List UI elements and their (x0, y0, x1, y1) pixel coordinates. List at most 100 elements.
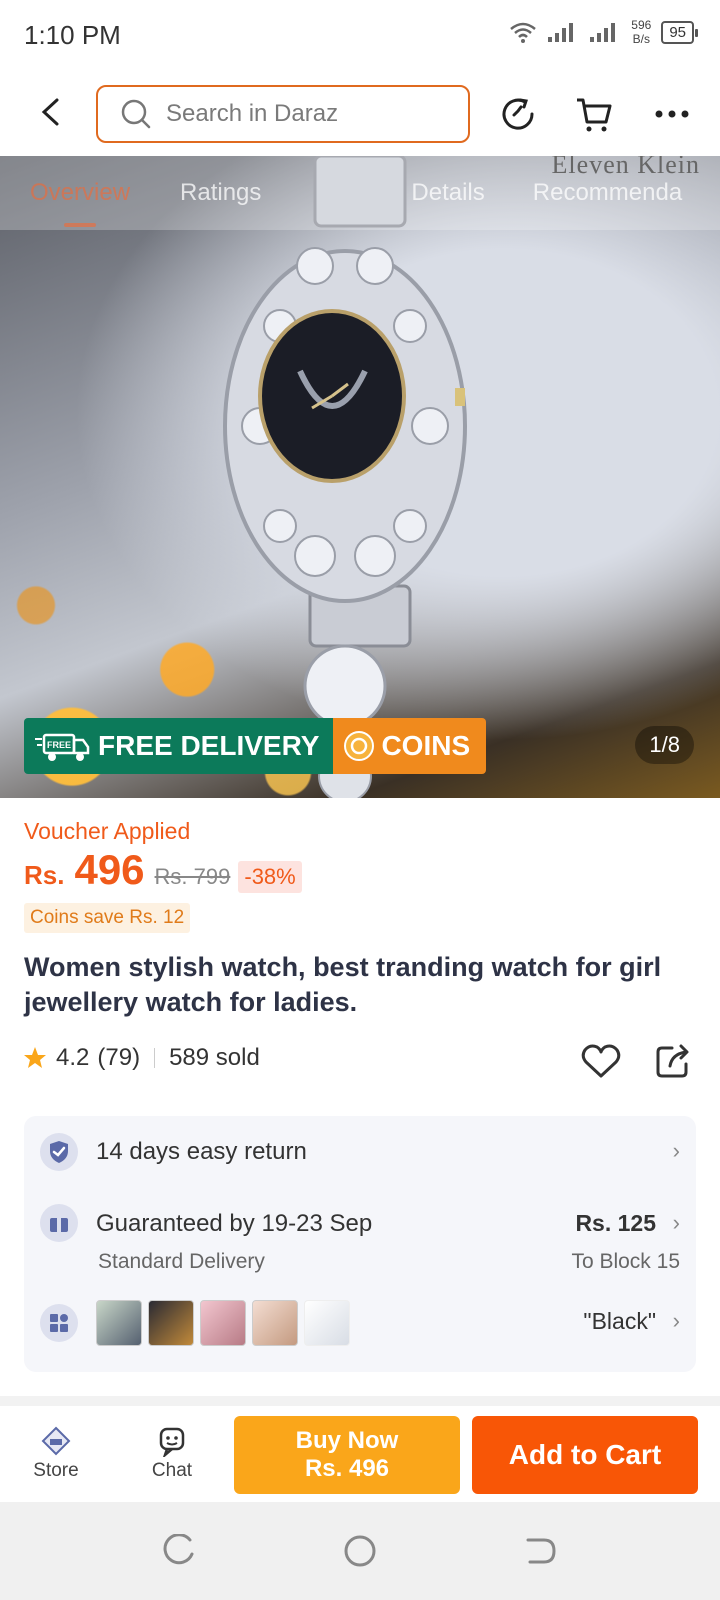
shield-check-icon (50, 1141, 68, 1163)
section-tabs: Overview Ratings Details Recommenda (0, 156, 720, 230)
delivery-truck-icon: FREE (35, 733, 90, 761)
search-input[interactable]: Search in Daraz (96, 85, 470, 143)
store-button[interactable]: Store (16, 1424, 96, 1482)
refresh-icon (502, 98, 534, 130)
heart-icon (581, 1044, 621, 1078)
store-label: Store (33, 1460, 79, 1481)
home-button[interactable] (343, 1534, 377, 1568)
voucher-label: Voucher Applied (24, 818, 191, 844)
return-icon-wrap (40, 1133, 78, 1171)
history-button[interactable] (496, 92, 540, 136)
chat-icon (159, 1427, 185, 1457)
back-nav-icon (526, 1538, 556, 1564)
variant-thumb-gold-dark[interactable] (148, 1300, 194, 1346)
wifi-icon (510, 22, 537, 43)
product-title: Women stylish watch, best tranding watch… (24, 952, 662, 1017)
chevron-right-icon: › (672, 1308, 680, 1333)
rating-row[interactable]: 4.2 (79) 589 sold (22, 1044, 260, 1072)
chat-label: Chat (151, 1460, 193, 1481)
coins-text: COINS (381, 730, 471, 761)
cart-button[interactable] (572, 92, 616, 136)
recents-button[interactable] (162, 1533, 196, 1568)
free-delivery-text: FREE DELIVERY (98, 730, 320, 761)
delivery-text: Guaranteed by 19-23 Sep (96, 1210, 373, 1237)
delivery-location: To Block 15 (571, 1250, 680, 1273)
delivery-icon-wrap (40, 1204, 78, 1242)
more-icon (655, 110, 689, 118)
status-bar: 1:10 PM 596 B/s 95 (0, 0, 720, 72)
search-icon (121, 99, 151, 129)
promo-badge: FREE FREE DELIVERY COINS (24, 718, 487, 774)
price-value: 496 (74, 846, 145, 893)
status-time: 1:10 PM (24, 20, 121, 50)
coins-save-label: Coins save Rs. 12 (24, 903, 191, 933)
star-icon (24, 1047, 46, 1068)
bottom-action-bar: Store Chat Buy Now Rs. 496 Add to Cart (0, 1406, 720, 1502)
tab-recommendations[interactable]: Recommenda (533, 179, 682, 207)
variant-thumb-black[interactable] (96, 1300, 142, 1346)
price-currency: Rs. (24, 860, 65, 890)
divider (154, 1048, 156, 1068)
store-icon (41, 1426, 71, 1456)
discount-badge: -38% (238, 861, 302, 893)
status-icons: 596 B/s 95 (509, 18, 698, 46)
share-icon (656, 1044, 689, 1078)
original-price: Rs. 799 (154, 864, 231, 889)
chevron-right-icon: › (672, 1138, 680, 1163)
share-button[interactable] (652, 1040, 694, 1082)
free-icon-text: FREE (47, 740, 71, 750)
buy-now-button[interactable]: Buy Now Rs. 496 (234, 1416, 460, 1494)
return-policy-row[interactable]: 14 days easy return › (24, 1116, 696, 1188)
variant-selected: "Black" (583, 1308, 656, 1334)
battery-indicator: 95 (661, 20, 698, 44)
price-row: Rs. 496 Rs. 799 -38% (24, 846, 302, 894)
more-button[interactable] (650, 92, 694, 136)
tab-ratings[interactable]: Ratings (180, 179, 261, 207)
tab-overview[interactable]: Overview (30, 179, 130, 227)
variant-thumb-peach[interactable] (252, 1300, 298, 1346)
back-button[interactable] (30, 92, 70, 132)
variant-row[interactable]: "Black" › (24, 1276, 696, 1372)
package-icon (50, 1214, 68, 1232)
watch-image (223, 156, 467, 798)
rating-value: 4.2 (56, 1044, 90, 1071)
net-speed: 596 B/s (631, 18, 651, 46)
image-counter: 1/8 (635, 726, 694, 764)
add-to-cart-button[interactable]: Add to Cart (472, 1416, 698, 1494)
rating-count: (79) (97, 1044, 141, 1071)
net-speed-value: 596 (631, 18, 652, 32)
variant-thumb-rose[interactable] (200, 1300, 246, 1346)
grid-icon (50, 1314, 68, 1332)
chat-button[interactable]: Chat (132, 1424, 212, 1482)
cart-icon (577, 98, 612, 132)
search-placeholder: Search in Daraz (166, 100, 339, 127)
return-text: 14 days easy return (96, 1138, 307, 1165)
variant-icon-wrap (40, 1304, 78, 1342)
chevron-right-icon: › (672, 1210, 680, 1235)
back-nav-button[interactable] (524, 1534, 558, 1568)
net-speed-unit: B/s (632, 32, 650, 46)
chevron-left-icon (41, 98, 59, 126)
delivery-sub: Standard Delivery (98, 1250, 265, 1273)
coins-badge: COINS (333, 718, 487, 774)
variant-thumb-white[interactable] (304, 1300, 350, 1346)
recents-icon (163, 1533, 194, 1565)
service-info-card: 14 days easy return › Guaranteed by 19-2… (24, 1116, 696, 1372)
buy-now-label: Buy Now (295, 1427, 399, 1454)
delivery-row[interactable]: Guaranteed by 19-23 Sep Standard Deliver… (24, 1188, 696, 1288)
delivery-price: Rs. 125 (575, 1210, 656, 1236)
wishlist-button[interactable] (580, 1040, 622, 1082)
coin-icon (344, 731, 375, 761)
signal-icon (548, 23, 574, 42)
buy-now-price: Rs. 496 (304, 1455, 390, 1482)
system-nav-bar (0, 1502, 720, 1600)
tab-details[interactable]: Details (411, 179, 484, 207)
sold-count: 589 sold (169, 1044, 260, 1071)
product-image-carousel[interactable]: Eleven Klein Overview Ratings Details Re… (0, 156, 720, 798)
section-divider (0, 1396, 720, 1406)
variant-thumbnails (96, 1300, 350, 1346)
home-circle-icon (344, 1535, 376, 1567)
top-header: Search in Daraz (0, 72, 720, 156)
signal-icon-2 (590, 23, 616, 42)
free-delivery-badge: FREE FREE DELIVERY (24, 718, 334, 774)
